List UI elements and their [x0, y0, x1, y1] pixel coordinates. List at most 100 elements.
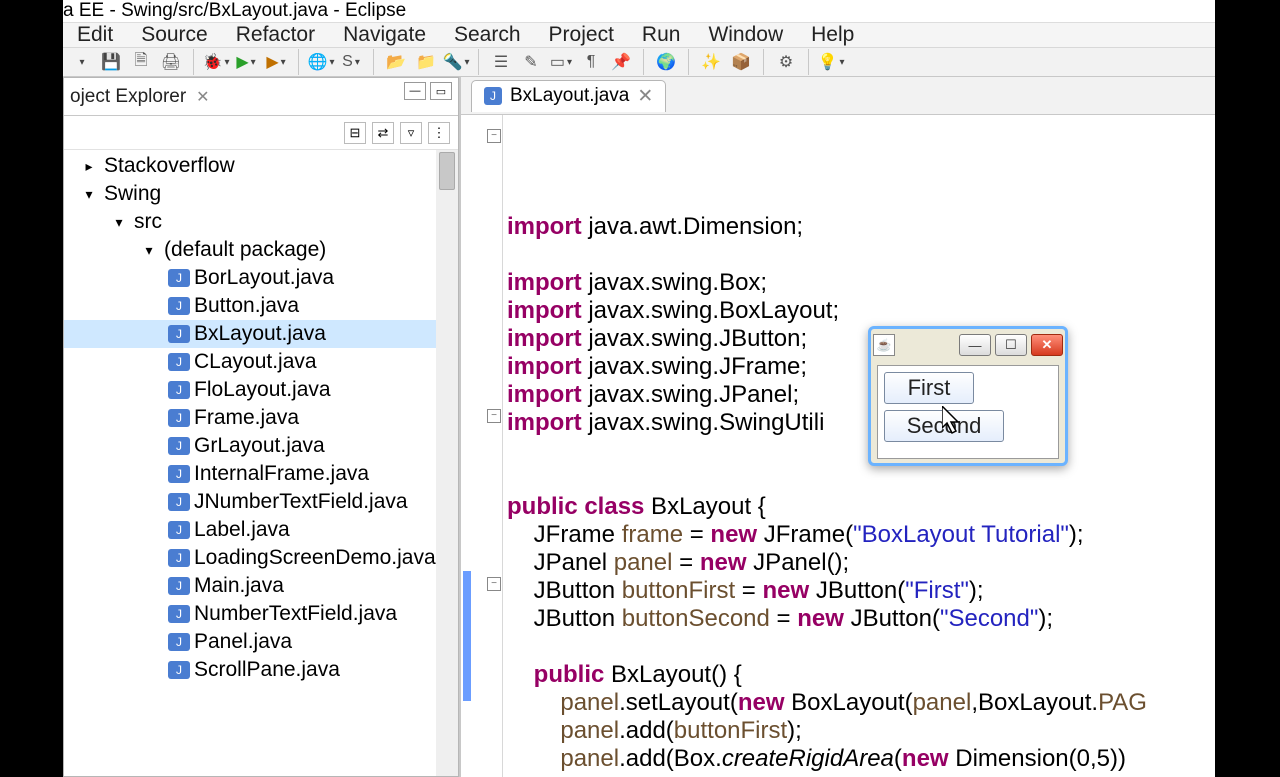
menu-run[interactable]: Run	[628, 23, 695, 47]
close-button[interactable]: ✕	[1031, 334, 1063, 356]
fold-toggle-icon[interactable]: −	[487, 129, 501, 143]
java-file-icon: J	[168, 297, 190, 315]
fold-toggle-icon[interactable]: −	[487, 577, 501, 591]
first-button[interactable]: First	[884, 372, 974, 404]
view-menu-button[interactable]: ▿	[400, 122, 422, 144]
minimize-view-button[interactable]: —	[404, 82, 426, 100]
editor-tab-label: BxLayout.java	[510, 85, 629, 107]
tree-item[interactable]: ▾(default package)	[64, 236, 458, 264]
separator-icon	[808, 49, 809, 75]
project-explorer-tab[interactable]: oject Explorer ✕	[64, 78, 458, 116]
scrollbar-thumb[interactable]	[439, 152, 455, 190]
tree-item[interactable]: JMain.java	[64, 572, 458, 600]
tree-item-label: Frame.java	[194, 406, 299, 430]
tips-button[interactable]: 💡	[817, 48, 845, 76]
open-task-button[interactable]: 📁	[412, 48, 440, 76]
maximize-button[interactable]: ☐	[995, 334, 1027, 356]
tree-item[interactable]: JJNumberTextField.java	[64, 488, 458, 516]
browser-button[interactable]: 🌍	[652, 48, 680, 76]
tree-item[interactable]: JFloLayout.java	[64, 376, 458, 404]
tree-item[interactable]: JBorLayout.java	[64, 264, 458, 292]
save-all-button[interactable]: 🗎	[127, 48, 155, 76]
block-selection-button[interactable]: ▭	[547, 48, 575, 76]
expand-icon: ▸	[78, 157, 100, 175]
tree-item[interactable]: JBxLayout.java	[64, 320, 458, 348]
tree-item[interactable]: JButton.java	[64, 292, 458, 320]
run-ext-button[interactable]: ▶	[262, 48, 290, 76]
menu-help[interactable]: Help	[797, 23, 868, 47]
separator-icon	[298, 49, 299, 75]
java-file-icon: J	[168, 353, 190, 371]
menu-refactor[interactable]: Refactor	[222, 23, 329, 47]
profile-button[interactable]: S	[337, 48, 365, 76]
tree-item[interactable]: ▾src	[64, 208, 458, 236]
open-type-button[interactable]: 📂	[382, 48, 410, 76]
toolbar: 💾 🗎 🖨 🐞 ▶ ▶ 🌐 S 📂 📁 🔦 ☰ ✎ ▭ ¶ 📌 🌍 ✨ 📦 ⚙ …	[63, 47, 1215, 77]
separator-icon	[373, 49, 374, 75]
tree-item[interactable]: JGrLayout.java	[64, 432, 458, 460]
swing-titlebar[interactable]: ☕ — ☐ ✕	[871, 329, 1065, 361]
debug-button[interactable]: 🐞	[202, 48, 230, 76]
code-content[interactable]: import java.awt.Dimension; import javax.…	[507, 213, 1211, 773]
separator-icon	[763, 49, 764, 75]
explorer-scrollbar[interactable]	[436, 150, 458, 776]
link-editor-button[interactable]: ⇄	[372, 122, 394, 144]
tree-item[interactable]: ▾Swing	[64, 180, 458, 208]
wizard-button[interactable]: ✨	[697, 48, 725, 76]
second-button[interactable]: Second	[884, 410, 1004, 442]
maximize-view-button[interactable]: ▭	[430, 82, 452, 100]
save-button[interactable]: 💾	[97, 48, 125, 76]
tree-item[interactable]: JFrame.java	[64, 404, 458, 432]
tree-item-label: BorLayout.java	[194, 266, 334, 290]
close-view-icon[interactable]: ✕	[196, 87, 209, 107]
menu-search[interactable]: Search	[440, 23, 535, 47]
code-editor[interactable]: − − − import java.awt.Dimension; import …	[461, 115, 1215, 777]
tree-item-label: Swing	[104, 182, 161, 206]
java-app-icon: ☕	[873, 334, 895, 356]
java-file-icon: J	[168, 661, 190, 679]
tree-item[interactable]: JNumberTextField.java	[64, 600, 458, 628]
project-tree[interactable]: ▸Stackoverflow▾Swing▾src▾(default packag…	[64, 150, 458, 776]
run-button[interactable]: ▶	[232, 48, 260, 76]
tree-item-label: InternalFrame.java	[194, 462, 369, 486]
expand-icon: ▾	[108, 213, 130, 231]
fold-toggle-icon[interactable]: −	[487, 409, 501, 423]
tree-item[interactable]: JPanel.java	[64, 628, 458, 656]
tree-item[interactable]: JLoadingScreenDemo.java	[64, 544, 458, 572]
package-button[interactable]: 📦	[727, 48, 755, 76]
menu-navigate[interactable]: Navigate	[329, 23, 440, 47]
menu-bar: Edit Source Refactor Navigate Search Pro…	[63, 22, 1215, 47]
tree-item-label: Button.java	[194, 294, 299, 318]
toggle-breadcrumb-button[interactable]: ☰	[487, 48, 515, 76]
minimize-button[interactable]: —	[959, 334, 991, 356]
java-file-icon: J	[168, 577, 190, 595]
pin-button[interactable]: 📌	[607, 48, 635, 76]
search-tool-button[interactable]: 🔦	[442, 48, 470, 76]
tree-item[interactable]: ▸Stackoverflow	[64, 152, 458, 180]
menu-source[interactable]: Source	[127, 23, 222, 47]
java-file-icon: J	[168, 605, 190, 623]
menu-window[interactable]: Window	[694, 23, 797, 47]
menu-edit[interactable]: Edit	[63, 23, 127, 47]
build-button[interactable]: ⚙	[772, 48, 800, 76]
editor-gutter: − − −	[461, 115, 503, 777]
view-title: oject Explorer	[70, 86, 186, 108]
tree-item[interactable]: JScrollPane.java	[64, 656, 458, 684]
tree-item-label: src	[134, 210, 162, 234]
new-button[interactable]	[67, 48, 95, 76]
print-button[interactable]: 🖨	[157, 48, 185, 76]
swing-app-window[interactable]: ☕ — ☐ ✕ First Second	[868, 326, 1068, 466]
java-file-icon: J	[168, 633, 190, 651]
tree-item[interactable]: JCLayout.java	[64, 348, 458, 376]
collapse-all-button[interactable]: ⊟	[344, 122, 366, 144]
show-whitespace-button[interactable]: ¶	[577, 48, 605, 76]
close-tab-icon[interactable]: ✕	[637, 85, 653, 108]
tree-item[interactable]: JInternalFrame.java	[64, 460, 458, 488]
tree-item-label: CLayout.java	[194, 350, 317, 374]
filters-button[interactable]: ⋮	[428, 122, 450, 144]
mark-occurrences-button[interactable]: ✎	[517, 48, 545, 76]
tree-item[interactable]: JLabel.java	[64, 516, 458, 544]
menu-project[interactable]: Project	[535, 23, 628, 47]
server-button[interactable]: 🌐	[307, 48, 335, 76]
editor-tab-bxlayout[interactable]: J BxLayout.java ✕	[471, 80, 666, 112]
